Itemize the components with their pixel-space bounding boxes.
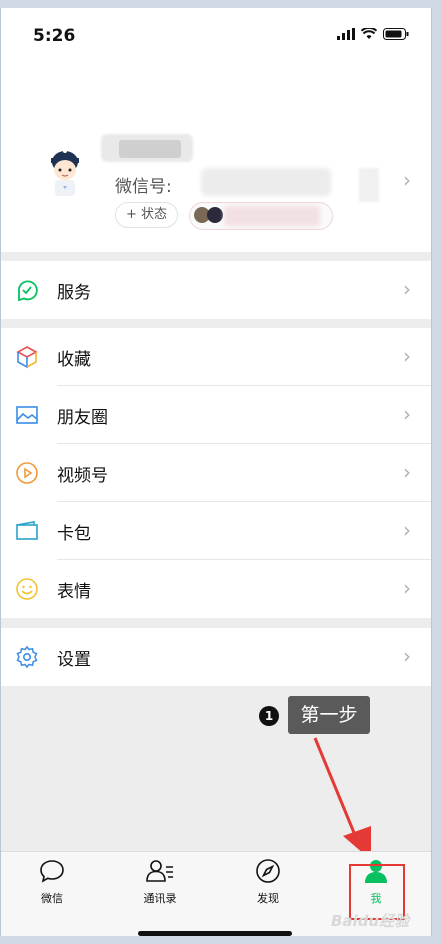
- status-bar: 5:26: [1, 8, 431, 56]
- contacts-icon: [146, 860, 173, 882]
- settings-section: 设置 ›: [1, 628, 431, 686]
- qr-code-redacted[interactable]: [359, 168, 379, 202]
- phone-screen: 5:26 微信号: › + 状态 服务 › 收藏 › 朋友圈 › 视频号 › 卡…: [0, 8, 432, 936]
- step-callout: 第一步: [288, 696, 370, 734]
- wifi-icon: [361, 28, 377, 39]
- friend-status-pill[interactable]: [189, 202, 333, 230]
- watermark: Baidu经验: [331, 912, 410, 930]
- signal-icon: [337, 28, 355, 40]
- annotation-arrow: [313, 737, 371, 860]
- chevron-right-icon: ›: [403, 518, 411, 542]
- friend-redacted: [224, 206, 320, 226]
- step-number-badge: 1: [259, 706, 279, 726]
- favorites-cube-icon: [16, 346, 38, 369]
- main-menu-section: 收藏 › 朋友圈 › 视频号 › 卡包 › 表情 ›: [1, 328, 431, 618]
- tab-discover[interactable]: 发现: [228, 858, 308, 906]
- tab-label: 微信: [41, 892, 63, 905]
- chevron-right-icon: ›: [403, 168, 411, 192]
- compass-icon: [256, 859, 280, 883]
- tab-chats[interactable]: 微信: [12, 858, 92, 906]
- profile-card[interactable]: 微信号: › + 状态: [1, 56, 431, 252]
- menu-label: 设置: [57, 649, 91, 670]
- wechat-id-label: 微信号:: [115, 177, 172, 197]
- menu-label: 视频号: [57, 465, 108, 486]
- moments-picture-icon: [16, 406, 38, 424]
- menu-label: 服务: [57, 282, 91, 303]
- menu-item-settings[interactable]: 设置 ›: [1, 628, 431, 686]
- status-button[interactable]: + 状态: [115, 202, 179, 228]
- chevron-right-icon: ›: [403, 576, 411, 600]
- avatar[interactable]: [41, 142, 89, 198]
- menu-label: 朋友圈: [57, 407, 108, 428]
- chevron-right-icon: ›: [403, 277, 411, 301]
- tab-label: 通讯录: [143, 892, 177, 905]
- chevron-right-icon: ›: [403, 402, 411, 426]
- menu-label: 卡包: [57, 523, 91, 544]
- status-icons: [337, 28, 409, 40]
- tab-label: 发现: [257, 892, 279, 905]
- cards-wallet-icon: [16, 521, 38, 540]
- friend-avatar: [207, 207, 223, 223]
- tab-contacts[interactable]: 通讯录: [120, 858, 200, 906]
- home-indicator: [138, 931, 292, 936]
- menu-item-service[interactable]: 服务 ›: [1, 261, 431, 319]
- chevron-right-icon: ›: [403, 460, 411, 484]
- chevron-right-icon: ›: [403, 344, 411, 368]
- menu-label: 收藏: [57, 349, 91, 370]
- wechat-id-redacted: [201, 168, 331, 196]
- menu-item-moments[interactable]: 朋友圈 ›: [1, 386, 431, 444]
- service-section: 服务 ›: [1, 261, 431, 319]
- battery-icon: [383, 28, 409, 40]
- stickers-smile-icon: [16, 578, 38, 600]
- settings-gear-icon: [16, 645, 38, 669]
- chevron-right-icon: ›: [403, 644, 411, 668]
- name-redacted-inner: [119, 140, 181, 158]
- service-icon: [17, 280, 38, 302]
- menu-item-favorites[interactable]: 收藏 ›: [1, 328, 431, 386]
- menu-item-stickers[interactable]: 表情 ›: [1, 560, 431, 618]
- status-time: 5:26: [33, 26, 76, 46]
- menu-item-channels[interactable]: 视频号 ›: [1, 444, 431, 502]
- menu-item-cards[interactable]: 卡包 ›: [1, 502, 431, 560]
- menu-label: 表情: [57, 581, 91, 602]
- chat-bubble-icon: [40, 860, 64, 883]
- channels-play-icon: [16, 462, 38, 484]
